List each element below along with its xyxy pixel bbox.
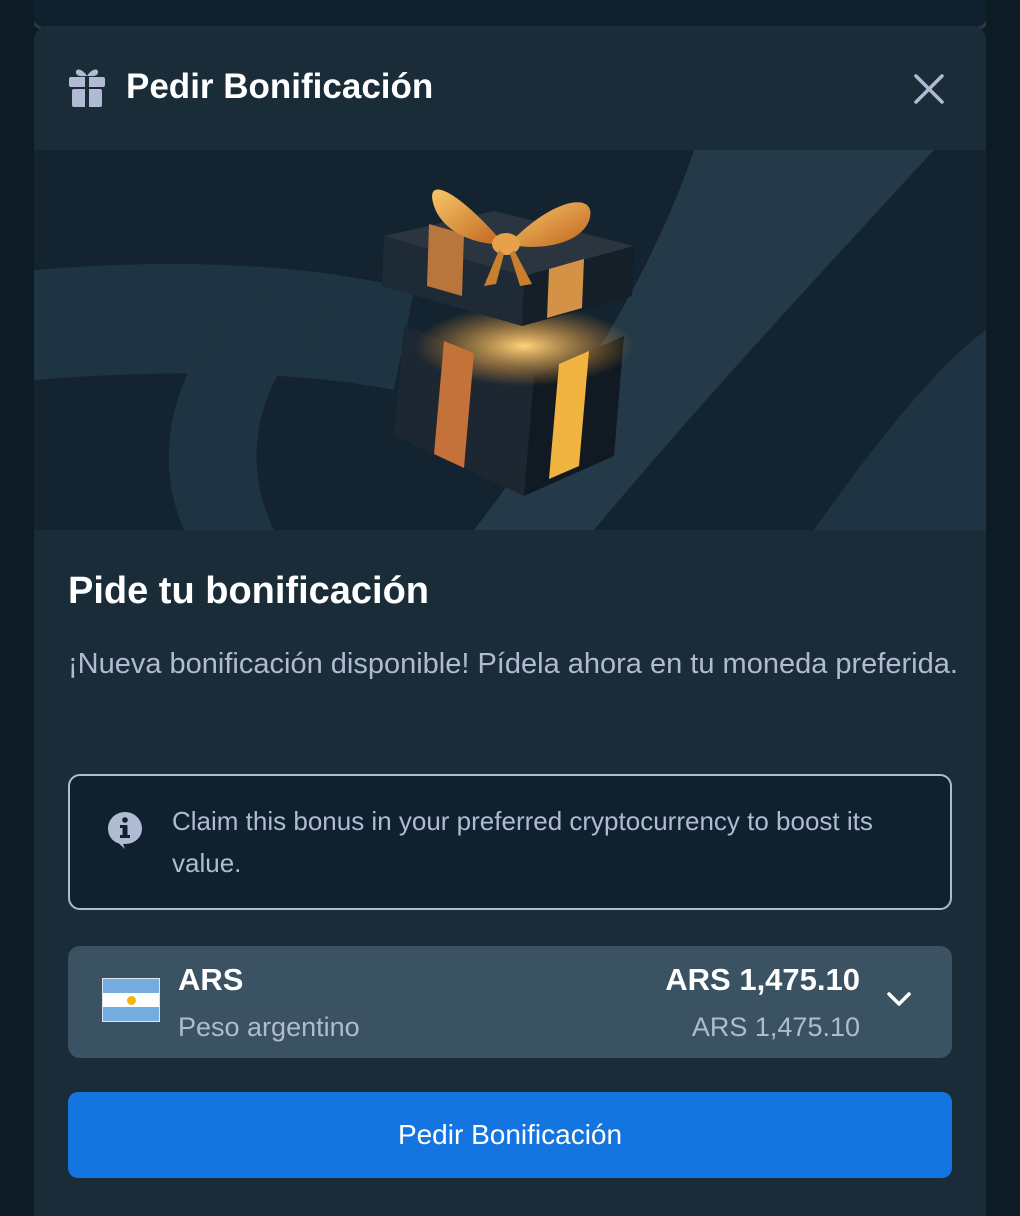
info-notice: Claim this bonus in your preferred crypt… bbox=[68, 774, 952, 910]
claim-bonus-modal: Pedir Bonificación Pide tu bonificación … bbox=[34, 26, 986, 1216]
argentina-flag-icon bbox=[102, 978, 160, 1022]
info-text: Claim this bonus in your preferred crypt… bbox=[172, 806, 873, 878]
claim-bonus-button[interactable]: Pedir Bonificación bbox=[68, 1092, 952, 1178]
bonus-banner bbox=[34, 150, 986, 530]
bonus-heading: Pide tu bonificación bbox=[68, 570, 430, 612]
currency-select[interactable]: ARS Peso argentino ARS 1,475.10 ARS 1,47… bbox=[68, 946, 952, 1058]
bonus-amount: ARS 1,475.10 bbox=[665, 962, 860, 997]
currency-name: Peso argentino bbox=[178, 1012, 360, 1042]
background-right-edge bbox=[986, 0, 1020, 1200]
close-icon[interactable] bbox=[904, 64, 954, 114]
modal-header: Pedir Bonificación bbox=[34, 26, 986, 150]
currency-code: ARS bbox=[178, 962, 244, 997]
gift-box-illustration bbox=[382, 189, 634, 496]
bonus-amount-secondary: ARS 1,475.10 bbox=[691, 1012, 860, 1042]
bonus-description: ¡Nueva bonificación disponible! Pídela a… bbox=[68, 648, 958, 680]
modal-title: Pedir Bonificación bbox=[126, 67, 434, 106]
info-icon bbox=[108, 812, 142, 849]
background-left-edge bbox=[0, 0, 34, 1200]
chevron-down-icon[interactable] bbox=[884, 988, 914, 1010]
gift-icon bbox=[69, 69, 105, 107]
